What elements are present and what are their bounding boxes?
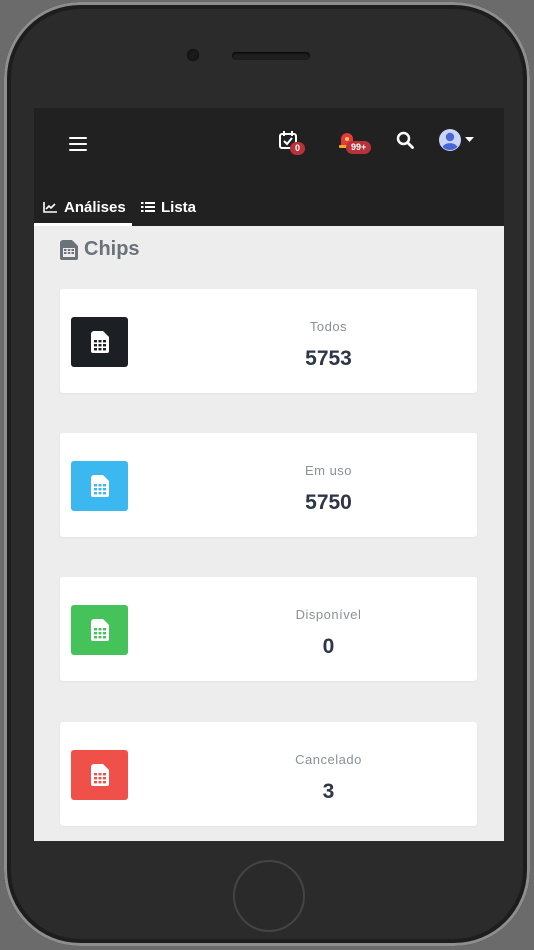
- card-icon-box: [71, 605, 128, 655]
- notifications-badge: 99+: [346, 141, 372, 154]
- phone-frame: 0 99+ Análises Lista Chips Todos 5753 Em…: [4, 2, 530, 946]
- top-navbar: 0 99+ Análises Lista: [34, 108, 504, 226]
- card-value: 3: [322, 780, 335, 803]
- card-label: Cancelado: [295, 752, 362, 767]
- active-tab-indicator: [34, 223, 132, 226]
- tab-lista-label: Lista: [161, 198, 197, 216]
- card-value: 5753: [305, 347, 352, 370]
- user-menu[interactable]: [438, 128, 474, 152]
- stat-card-em-uso[interactable]: Em uso 5750: [60, 433, 477, 537]
- stat-card-disponivel[interactable]: Disponível 0: [60, 577, 477, 681]
- card-label: Em uso: [304, 463, 353, 478]
- chart-line-icon: [43, 202, 57, 213]
- app-screen: 0 99+ Análises Lista Chips Todos 5753 Em…: [34, 108, 504, 841]
- card-label: Disponível: [295, 607, 362, 622]
- phone-home-button[interactable]: [233, 860, 305, 932]
- stat-card-todos[interactable]: Todos 5753: [60, 289, 477, 393]
- calendar-badge: 0: [290, 142, 306, 155]
- tab-lista[interactable]: Lista: [141, 190, 196, 224]
- card-value: 0: [322, 635, 335, 658]
- card-icon-box: [71, 750, 128, 800]
- caret-down-icon: [465, 137, 474, 142]
- phone-camera: [187, 49, 199, 61]
- calendar-check-icon[interactable]: 0: [278, 130, 306, 155]
- card-icon-box: [71, 317, 128, 367]
- card-label: Todos: [309, 319, 348, 334]
- search-icon[interactable]: [396, 131, 414, 153]
- sim-card-icon: [60, 239, 78, 260]
- menu-icon[interactable]: [69, 137, 87, 151]
- tab-analises[interactable]: Análises: [43, 190, 126, 224]
- alarm-bell-icon[interactable]: 99+: [337, 130, 372, 154]
- card-icon-box: [71, 461, 128, 511]
- sim-card-icon: [90, 475, 109, 497]
- section-title-text: Chips: [84, 238, 140, 260]
- sim-card-icon: [90, 764, 109, 786]
- list-icon: [141, 202, 155, 212]
- stat-card-cancelado[interactable]: Cancelado 3: [60, 722, 477, 826]
- tab-analises-label: Análises: [64, 198, 126, 216]
- sim-card-icon: [90, 619, 109, 641]
- section-title: Chips: [60, 238, 140, 261]
- user-avatar-icon: [439, 129, 461, 151]
- phone-speaker: [232, 52, 310, 60]
- card-value: 5750: [305, 491, 352, 514]
- sim-card-icon: [90, 331, 109, 353]
